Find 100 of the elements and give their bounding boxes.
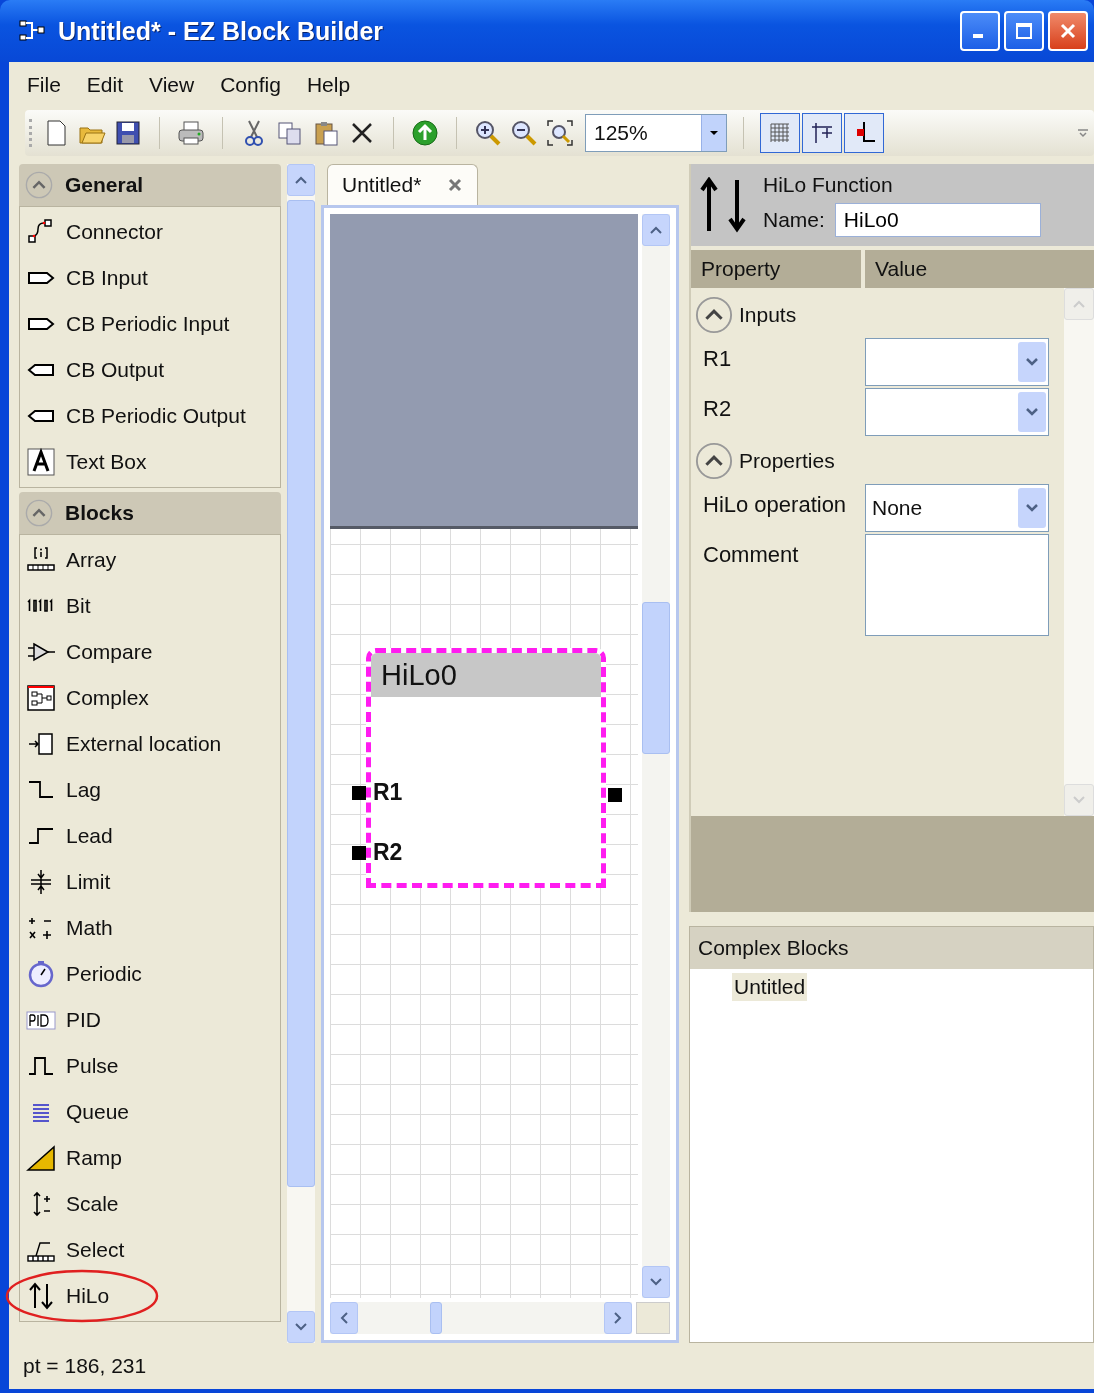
chevron-up-icon [294, 175, 308, 185]
scroll-corner [636, 1302, 670, 1334]
chevron-up-icon [1072, 299, 1086, 309]
scroll-thumb[interactable] [642, 602, 670, 754]
caret-icon [708, 129, 720, 137]
property-label: R1 [702, 345, 733, 372]
app-icon [18, 18, 48, 44]
scroll-thumb[interactable] [430, 1302, 442, 1334]
section-header[interactable]: Properties [695, 438, 1064, 484]
toolbox-item[interactable]: Lag [20, 767, 280, 813]
function-title: HiLo Function [763, 173, 894, 197]
overflow-icon[interactable] [1076, 127, 1090, 139]
toolbox-item[interactable]: Math [20, 905, 280, 951]
port-label: R2 [373, 839, 403, 866]
value-dropdown[interactable] [865, 338, 1049, 386]
toolbox-item[interactable]: Connector [20, 209, 280, 255]
close-icon [1058, 21, 1078, 41]
zoom-fit-icon[interactable] [545, 118, 575, 148]
zoom-dropdown[interactable]: 125% [585, 114, 727, 152]
scrollbar[interactable] [330, 1302, 632, 1334]
menu-item[interactable]: Help [306, 73, 351, 97]
chevron-left-icon [339, 1311, 349, 1325]
column-header[interactable]: Property [691, 250, 861, 288]
toolbox-item[interactable]: Periodic [20, 951, 280, 997]
ramp-icon [26, 1143, 56, 1173]
property-label: Comment [702, 541, 800, 568]
snap-toggle[interactable] [802, 113, 842, 153]
toolbox-item[interactable]: Pulse [20, 1043, 280, 1089]
name-label: Name: [763, 208, 825, 232]
window-title: Untitled* - EZ Block Builder [58, 16, 385, 46]
stopwatch-icon [26, 959, 56, 989]
value-dropdown[interactable] [865, 388, 1049, 436]
port-label: R1 [373, 779, 403, 806]
chevron-down-icon [1024, 356, 1040, 368]
toolbox-item[interactable]: CB Periodic Input [20, 301, 280, 347]
group-header[interactable]: General [19, 164, 281, 206]
toolbox-item[interactable]: CB Input [20, 255, 280, 301]
property-label: HiLo operation [702, 491, 848, 518]
name-field[interactable]: HiLo0 [834, 203, 1041, 237]
document-tab[interactable]: Untitled* [327, 164, 479, 205]
up-down-arrows-icon [26, 1281, 56, 1311]
chevron-down-icon [1024, 502, 1040, 514]
input-pin[interactable] [352, 846, 366, 860]
scroll-thumb[interactable] [287, 200, 315, 1187]
toolbox-item[interactable]: Limit [20, 859, 280, 905]
diagram-canvas[interactable]: HiLo0 R1 R2 [330, 214, 638, 1298]
menu-item[interactable]: File [27, 73, 61, 97]
scrollbar[interactable] [287, 164, 315, 1343]
zoom-out-icon[interactable] [509, 118, 539, 148]
menu-item[interactable]: Edit [86, 73, 124, 97]
toolbox-item[interactable]: External location [20, 721, 280, 767]
value-dropdown[interactable]: None [865, 484, 1049, 532]
chevron-down-icon [1024, 406, 1040, 418]
toolbox-item[interactable]: PID [20, 997, 280, 1043]
toolbox-item[interactable]: CB Output [20, 347, 280, 393]
minimize-button[interactable] [960, 11, 1000, 51]
section-header[interactable]: Inputs [695, 292, 1064, 338]
group-header[interactable]: Blocks [19, 492, 281, 534]
toolbox-item[interactable]: Queue [20, 1089, 280, 1135]
scrollbar[interactable] [1064, 288, 1094, 816]
panel-title: Complex Blocks [690, 927, 1093, 969]
chevron-down-icon [649, 1277, 663, 1287]
input-pin[interactable] [352, 786, 366, 800]
chevron-down-icon [1072, 795, 1086, 805]
letter-a-icon [26, 447, 56, 477]
close-button[interactable] [1048, 11, 1088, 51]
scrollbar[interactable] [642, 214, 670, 1298]
column-header[interactable]: Value [865, 250, 1094, 288]
toolbox-item[interactable]: Bit [20, 583, 280, 629]
maximize-icon [1014, 21, 1034, 41]
toolbox-item[interactable]: Scale [20, 1181, 280, 1227]
chevron-down-icon [294, 1322, 308, 1332]
port-toggle[interactable] [844, 113, 884, 153]
toolbox-item[interactable]: Lead [20, 813, 280, 859]
tree-item[interactable]: Untitled [732, 973, 808, 1001]
chevron-right-icon [613, 1311, 623, 1325]
toolbox-item[interactable]: Complex [20, 675, 280, 721]
upload-icon[interactable] [410, 118, 440, 148]
toolbox-item[interactable]: Text Box [20, 439, 280, 485]
grid-toggle[interactable] [760, 113, 800, 153]
menu-item[interactable]: Config [220, 73, 281, 97]
complex-icon [26, 683, 56, 713]
toolbox-item[interactable]: Array [20, 537, 280, 583]
toolbox-item[interactable]: Ramp [20, 1135, 280, 1181]
toolbox-item[interactable]: HiLo [20, 1273, 280, 1319]
maximize-button[interactable] [1004, 11, 1044, 51]
toolbox-item[interactable]: CB Periodic Output [20, 393, 280, 439]
hilo-block[interactable]: HiLo0 R1 R2 [366, 648, 606, 888]
comment-field[interactable] [865, 534, 1049, 636]
property-label: R2 [702, 395, 733, 422]
block-title: HiLo0 [371, 653, 601, 697]
toolbox-item[interactable]: Select [20, 1227, 280, 1273]
minimize-icon [973, 34, 983, 38]
menu-item[interactable]: View [149, 73, 195, 97]
zoom-in-icon[interactable] [473, 118, 503, 148]
toolbox-item[interactable]: Compare [20, 629, 280, 675]
chevron-up-icon [649, 225, 663, 235]
printer-icon[interactable] [176, 118, 206, 148]
close-icon[interactable] [447, 177, 464, 193]
status-text: pt = 186, 231 [22, 1353, 148, 1379]
